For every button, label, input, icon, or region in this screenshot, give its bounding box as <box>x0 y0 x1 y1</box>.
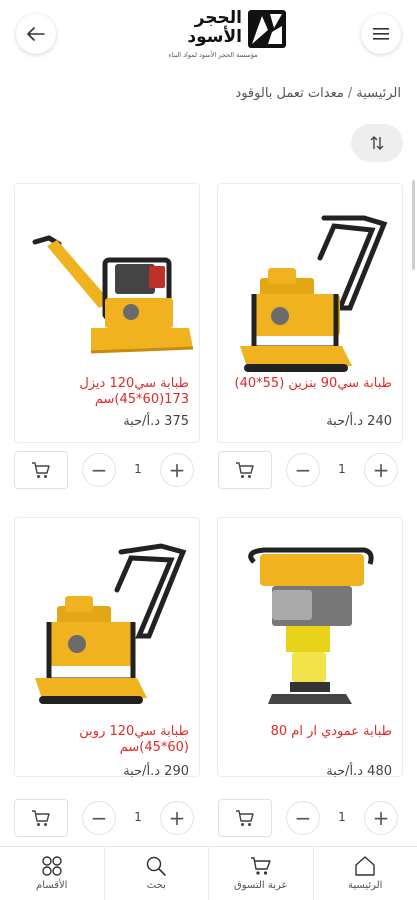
logo-subtitle: مؤسسة الحجر الأسود لمواد البناء <box>168 51 258 59</box>
product-card[interactable]: طبابة سي120 روبن (60*45)سم 290 د.أ/حبة <box>14 517 200 779</box>
quantity-value[interactable]: 1 <box>124 462 152 476</box>
product-price: 375 د.أ/حبة <box>123 414 189 429</box>
product-image <box>35 543 187 704</box>
nav-label: الأقسام <box>36 880 68 891</box>
add-to-cart-button[interactable] <box>218 799 272 837</box>
nav-label: الرئيسية <box>348 880 383 891</box>
back-button[interactable] <box>16 14 56 54</box>
product-controls: − 1 + <box>14 451 200 491</box>
quantity-decrease-button[interactable]: − <box>82 453 116 487</box>
breadcrumb-current: معدات تعمل بالوقود <box>235 86 344 101</box>
cart-icon <box>32 810 50 826</box>
quantity-increase-button[interactable]: + <box>160 801 194 835</box>
app-header: الحجر الأسود مؤسسة الحجر الأسود لمواد ال… <box>0 0 417 72</box>
add-to-cart-button[interactable] <box>14 799 68 837</box>
quantity-value[interactable]: 1 <box>124 810 152 824</box>
product-title[interactable]: طبابة سي120 روبن (60*45)سم <box>21 724 189 756</box>
hamburger-icon <box>373 28 389 40</box>
quantity-value[interactable]: 1 <box>328 810 356 824</box>
product-price: 240 د.أ/حبة <box>326 414 392 429</box>
product-price: 480 د.أ/حبة <box>326 764 392 779</box>
sort-icon <box>370 136 384 150</box>
product-controls: − 1 + <box>218 799 404 839</box>
logo-mark-icon <box>248 10 286 48</box>
add-to-cart-button[interactable] <box>14 451 68 489</box>
arrow-left-icon <box>27 27 45 41</box>
nav-search[interactable]: بحث <box>105 847 209 900</box>
product-image <box>240 215 388 372</box>
nav-categories[interactable]: الأقسام <box>0 847 105 900</box>
product-image <box>248 547 374 704</box>
cart-icon <box>32 462 50 478</box>
quantity-increase-button[interactable]: + <box>160 453 194 487</box>
product-controls: − 1 + <box>218 451 404 491</box>
bottom-navigation: الأقسام بحث عربة التسوق الرئيسية <box>0 846 417 900</box>
product-card[interactable]: طبابة عمودي ار ام 80 480 د.أ/حبة <box>217 517 403 779</box>
home-icon <box>355 856 375 876</box>
product-controls: − 1 + <box>14 799 200 839</box>
product-price: 290 د.أ/حبة <box>123 764 189 779</box>
sort-button[interactable] <box>351 124 403 162</box>
product-title[interactable]: طبابة سي120 ديزل 173(60*45)سم <box>21 376 189 408</box>
breadcrumb-separator: / <box>347 86 353 101</box>
logo-line1: الحجر <box>194 8 242 28</box>
breadcrumb: الرئيسية/معدات تعمل بالوقود <box>235 86 401 101</box>
product-card[interactable]: طبابة سي120 ديزل 173(60*45)سم 375 د.أ/حب… <box>14 183 200 443</box>
quantity-increase-button[interactable]: + <box>364 801 398 835</box>
quantity-value[interactable]: 1 <box>328 462 356 476</box>
nav-cart[interactable]: عربة التسوق <box>209 847 314 900</box>
logo-line2: الأسود <box>187 27 242 47</box>
quantity-decrease-button[interactable]: − <box>82 801 116 835</box>
cart-icon <box>236 462 254 478</box>
nav-home[interactable]: الرئيسية <box>314 847 417 900</box>
quantity-decrease-button[interactable]: − <box>286 453 320 487</box>
cart-icon <box>250 857 271 875</box>
menu-button[interactable] <box>361 14 401 54</box>
search-icon <box>147 856 167 876</box>
nav-label: عربة التسوق <box>234 880 288 891</box>
breadcrumb-home[interactable]: الرئيسية <box>356 86 401 101</box>
product-title[interactable]: طبابة عمودي ار ام 80 <box>224 724 392 740</box>
nav-label: بحث <box>146 880 166 891</box>
product-image <box>32 235 193 354</box>
quantity-increase-button[interactable]: + <box>364 453 398 487</box>
scrollbar[interactable] <box>412 180 415 270</box>
add-to-cart-button[interactable] <box>218 451 272 489</box>
quantity-decrease-button[interactable]: − <box>286 801 320 835</box>
product-card[interactable]: طبابة سي90 بنزين (55*40) 240 د.أ/حبة <box>217 183 403 443</box>
categories-icon <box>42 856 62 876</box>
cart-icon <box>236 810 254 826</box>
brand-logo[interactable]: الحجر الأسود مؤسسة الحجر الأسود لمواد ال… <box>138 6 288 64</box>
product-title[interactable]: طبابة سي90 بنزين (55*40) <box>224 376 392 392</box>
